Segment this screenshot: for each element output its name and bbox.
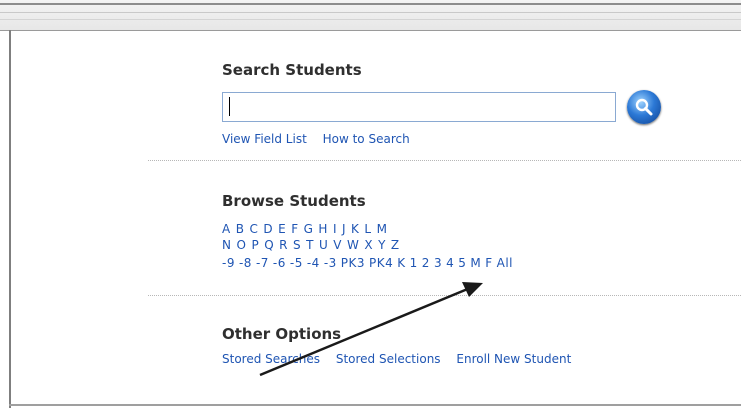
browse-letter-h[interactable]: H	[318, 222, 328, 236]
browse-grade-pk3[interactable]: PK3	[341, 256, 365, 270]
browse-grade-m[interactable]: M	[470, 256, 481, 270]
browse-letter-f[interactable]: F	[291, 222, 298, 236]
browse-grade-3[interactable]: 3	[434, 256, 442, 270]
browse-letter-q[interactable]: Q	[264, 238, 274, 252]
browse-grade--9[interactable]: -9	[222, 256, 235, 270]
browse-letter-l[interactable]: L	[364, 222, 371, 236]
top-bar-line	[0, 3, 741, 5]
text-caret	[229, 97, 230, 116]
browse-letter-o[interactable]: O	[236, 238, 246, 252]
magnifier-icon	[635, 98, 653, 116]
arrow-icon	[259, 282, 483, 377]
browse-letter-r[interactable]: R	[279, 238, 288, 252]
browse-letter-b[interactable]: B	[236, 222, 245, 236]
window-top-bar	[0, 0, 741, 31]
browse-letter-s[interactable]: S	[293, 238, 301, 252]
browse-grade--5[interactable]: -5	[290, 256, 303, 270]
top-bar-line	[0, 19, 741, 20]
browse-letter-u[interactable]: U	[319, 238, 328, 252]
browse-grade--6[interactable]: -6	[273, 256, 286, 270]
browse-grade-5[interactable]: 5	[458, 256, 466, 270]
browse-students-title: Browse Students	[222, 192, 366, 210]
other-options-links: Stored Searches Stored Selections Enroll…	[222, 352, 583, 366]
enroll-new-student-link[interactable]: Enroll New Student	[456, 352, 571, 366]
search-links: View Field List How to Search	[222, 132, 422, 146]
browse-grade-k[interactable]: K	[397, 256, 405, 270]
search-input[interactable]	[222, 92, 616, 122]
browse-grades: -9 -8 -7 -6 -5 -4 -3 PK3 PK4 K 1 2 3 4 5 M F All	[222, 256, 517, 270]
other-options-title: Other Options	[222, 325, 342, 343]
browse-grade--3[interactable]: -3	[324, 256, 337, 270]
search-button[interactable]	[627, 90, 661, 124]
browse-letter-m[interactable]: M	[377, 222, 388, 236]
browse-letter-x[interactable]: X	[364, 238, 373, 252]
browse-letter-p[interactable]: P	[251, 238, 259, 252]
browse-grade-2[interactable]: 2	[422, 256, 430, 270]
browse-letter-j[interactable]: J	[342, 222, 346, 236]
browse-letter-v[interactable]: V	[333, 238, 342, 252]
window-left-edge	[9, 30, 11, 408]
browse-letter-g[interactable]: G	[304, 222, 314, 236]
top-bar-line	[0, 12, 741, 13]
search-students-title: Search Students	[222, 61, 362, 79]
section-divider	[148, 295, 741, 296]
view-field-list-link[interactable]: View Field List	[222, 132, 307, 146]
stored-searches-link[interactable]: Stored Searches	[222, 352, 320, 366]
browse-letter-z[interactable]: Z	[391, 238, 400, 252]
how-to-search-link[interactable]: How to Search	[323, 132, 410, 146]
browse-letter-k[interactable]: K	[351, 222, 359, 236]
browse-letter-d[interactable]: D	[263, 222, 273, 236]
browse-grade-1[interactable]: 1	[410, 256, 418, 270]
browse-letter-t[interactable]: T	[306, 238, 314, 252]
browse-letter-i[interactable]: I	[333, 222, 337, 236]
browse-grade-all[interactable]: All	[497, 256, 513, 270]
browse-letter-n[interactable]: N	[222, 238, 231, 252]
stored-selections-link[interactable]: Stored Selections	[336, 352, 441, 366]
section-divider	[148, 160, 741, 161]
browse-grade--4[interactable]: -4	[307, 256, 320, 270]
browse-grade-pk4[interactable]: PK4	[369, 256, 393, 270]
browse-grade-4[interactable]: 4	[446, 256, 454, 270]
browse-letter-y[interactable]: Y	[378, 238, 386, 252]
browse-letter-a[interactable]: A	[222, 222, 231, 236]
window-bottom-edge	[9, 404, 741, 406]
browse-grade--8[interactable]: -8	[239, 256, 252, 270]
browse-grade-f[interactable]: F	[485, 256, 492, 270]
browse-grade--7[interactable]: -7	[256, 256, 269, 270]
browse-letters-n-z: NOPQRSTUVWXYZ	[222, 238, 405, 252]
browse-letter-c[interactable]: C	[249, 222, 258, 236]
browse-letter-w[interactable]: W	[347, 238, 359, 252]
browse-letters-a-m: ABCDEFGHIJKLM	[222, 222, 392, 236]
browse-letter-e[interactable]: E	[278, 222, 286, 236]
